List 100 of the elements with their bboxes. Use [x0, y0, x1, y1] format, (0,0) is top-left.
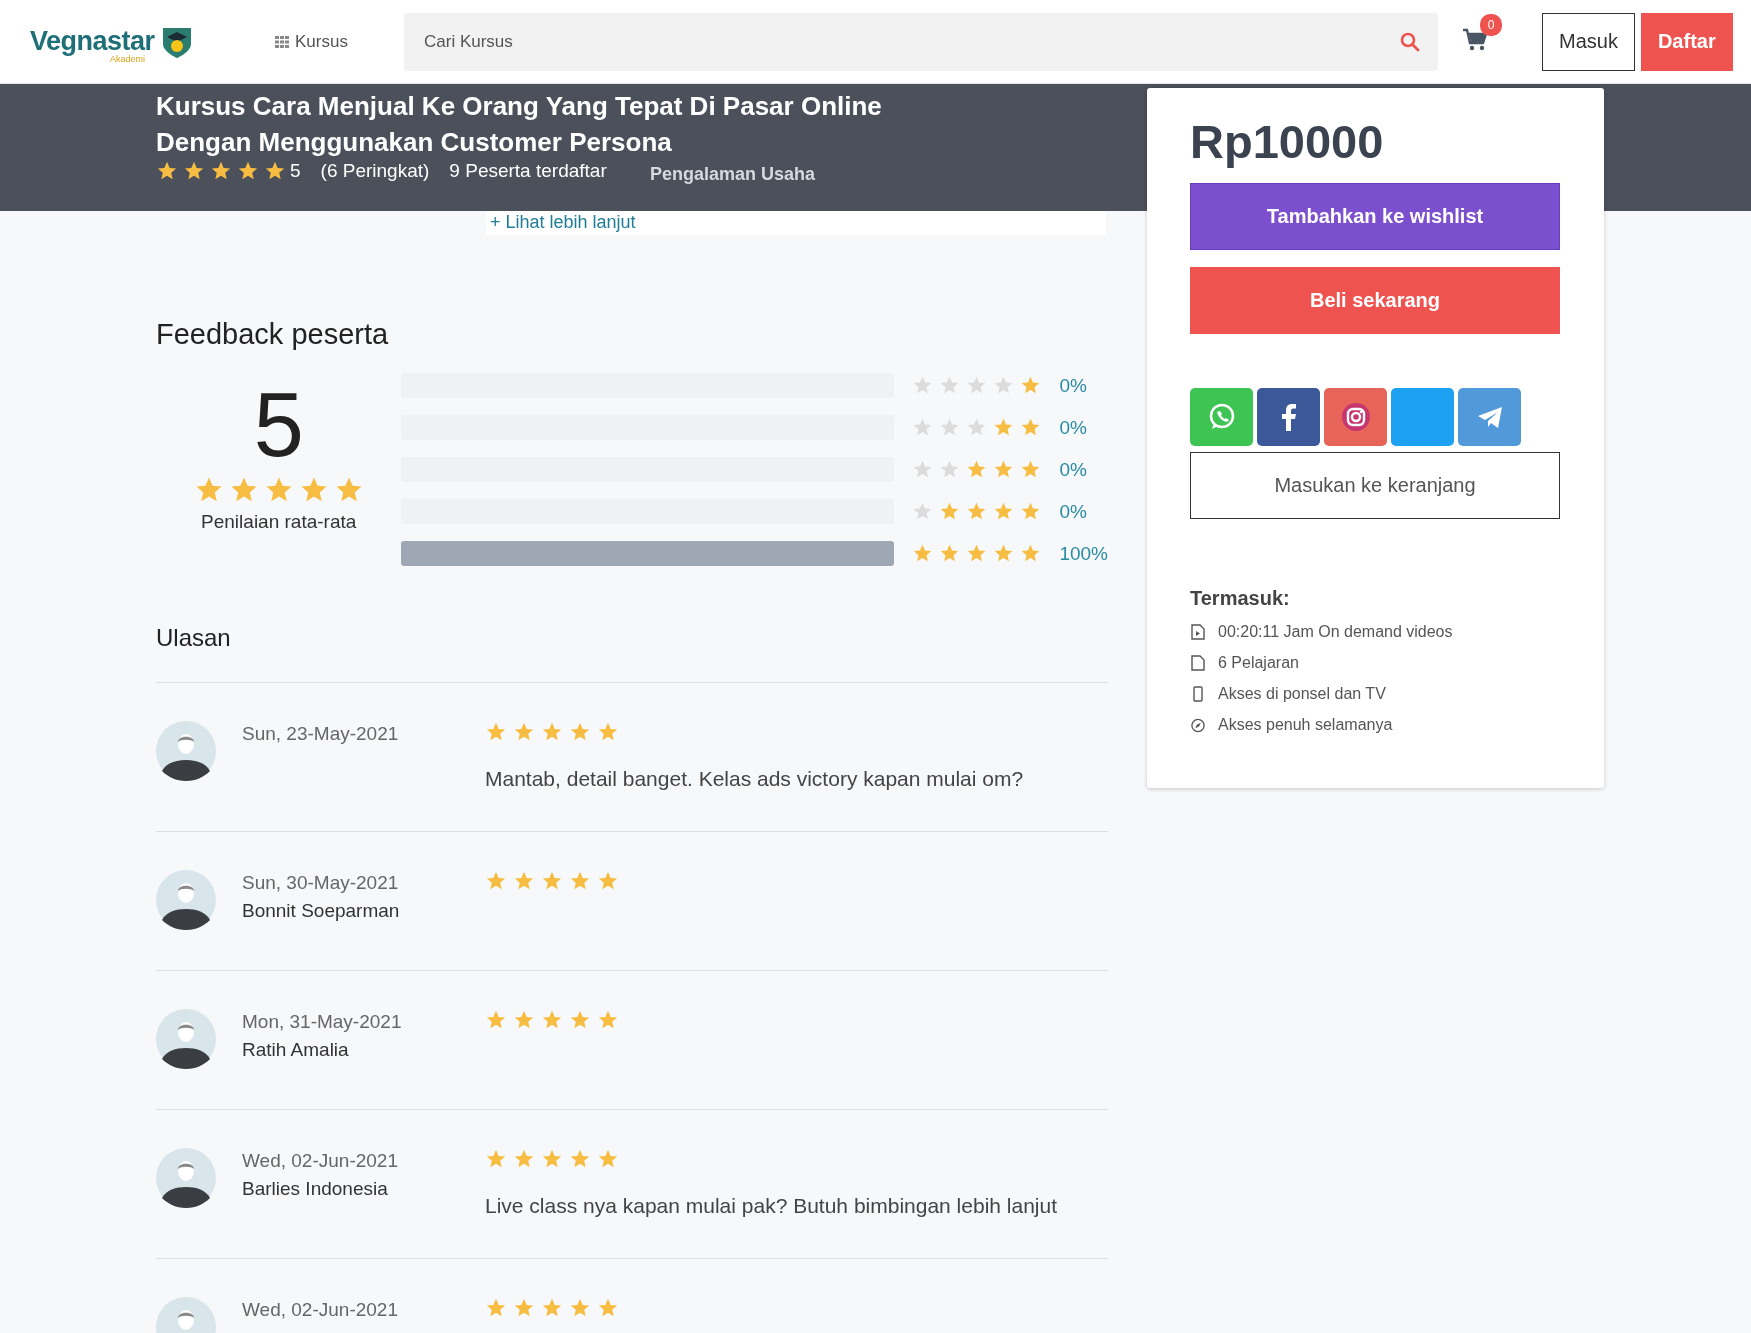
star-icon	[993, 459, 1015, 480]
camera-icon	[1339, 401, 1372, 433]
star-icon	[569, 1009, 591, 1031]
wishlist-button[interactable]: Tambahkan ke wishlist	[1190, 183, 1560, 250]
star-icon	[485, 1148, 507, 1170]
rating-percent: 100%	[1059, 542, 1108, 565]
compass-icon	[1190, 717, 1206, 733]
star-icon	[597, 721, 619, 743]
courses-link[interactable]: Kursus	[275, 31, 404, 52]
star-icon	[513, 721, 535, 743]
star-icon	[912, 501, 934, 522]
star-icon	[597, 1009, 619, 1031]
star-icon	[1020, 501, 1042, 522]
includes-item: Akses penuh selamanya	[1218, 716, 1393, 734]
star-icon	[939, 375, 961, 396]
section-heading: Pengalaman Usaha	[650, 164, 816, 185]
star-icon	[541, 1297, 563, 1319]
enrolled-count: 9 Peserta terdaftar	[449, 160, 607, 182]
login-button[interactable]: Masuk	[1542, 12, 1635, 71]
average-rating: 5	[253, 375, 304, 475]
star-icon	[569, 870, 591, 892]
star-icon	[912, 459, 934, 480]
star-icon	[485, 1297, 507, 1319]
mobile-icon	[1190, 686, 1206, 702]
star-icon	[912, 417, 934, 438]
reviewer-name: Ratih Amalia	[242, 1039, 350, 1061]
video-file-icon	[1190, 624, 1206, 640]
avatar-icon	[156, 1148, 216, 1208]
star-icon	[541, 721, 563, 743]
star-icon	[156, 160, 178, 182]
review-date: Wed, 02-Jun-2021	[242, 1299, 399, 1321]
rating-percent: 0%	[1059, 416, 1087, 439]
star-icon	[993, 501, 1015, 522]
review-date: Sun, 30-May-2021	[242, 872, 400, 894]
star-icon	[1020, 459, 1042, 480]
star-icon	[569, 721, 591, 743]
review-date: Wed, 02-Jun-2021	[242, 1150, 399, 1172]
star-icon	[1020, 417, 1042, 438]
star-icon	[569, 1297, 591, 1319]
star-icon	[993, 375, 1015, 396]
star-icon	[541, 870, 563, 892]
star-icon	[210, 160, 232, 182]
includes-item: Akses di ponsel dan TV	[1218, 685, 1386, 703]
star-icon	[939, 501, 961, 522]
buy-button[interactable]: Beli sekarang	[1190, 267, 1560, 334]
reviewer-name: Barlies Indonesia	[242, 1178, 389, 1200]
section-title: Ulasan	[156, 624, 232, 652]
star-icon	[513, 1297, 535, 1319]
grid-icon	[275, 35, 289, 48]
star-icon	[1020, 375, 1042, 396]
star-icon	[966, 375, 988, 396]
search-field[interactable]: Cari Kursus	[404, 12, 1438, 71]
search-icon[interactable]	[1400, 31, 1420, 52]
includes-title: Termasuk:	[1190, 587, 1291, 610]
cart-count-badge: 0	[1480, 13, 1502, 36]
star-icon	[485, 870, 507, 892]
star-icon	[237, 160, 259, 182]
telegram-share-button[interactable]	[1458, 388, 1521, 446]
star-icon	[939, 417, 961, 438]
star-icon	[993, 543, 1015, 564]
section-title: Feedback peserta	[156, 318, 390, 351]
reviewer-name: Bonnit Soeparman	[242, 900, 401, 922]
ratings-count: (6 Peringkat)	[320, 160, 430, 182]
star-icon	[1020, 543, 1042, 564]
cart-icon[interactable]	[1462, 27, 1488, 52]
course-title: Kursus Cara Menjual Ke Orang Yang Tepat Di Pasar Online Dengan Menggunakan Customer Persona	[156, 90, 883, 159]
rating-percent: 0%	[1059, 458, 1087, 481]
star-icon	[513, 1148, 535, 1170]
star-icon	[912, 543, 934, 564]
star-icon	[513, 870, 535, 892]
star-icon	[183, 160, 205, 182]
star-icon	[939, 459, 961, 480]
star-icon	[597, 1297, 619, 1319]
facebook-share-button[interactable]	[1257, 388, 1320, 446]
star-icon	[485, 721, 507, 743]
avatar-icon	[156, 870, 216, 930]
star-icon	[993, 417, 1015, 438]
register-button[interactable]: Daftar	[1640, 12, 1733, 71]
star-icon	[939, 543, 961, 564]
file-icon	[1190, 655, 1206, 671]
star-icon	[597, 870, 619, 892]
star-icon	[966, 459, 988, 480]
avatar-icon	[156, 1009, 216, 1069]
includes-item: 00:20:11 Jam On demand videos	[1218, 623, 1453, 641]
star-icon	[264, 160, 286, 182]
instagram-share-button[interactable]	[1324, 388, 1387, 446]
add-to-cart-button[interactable]: Masukan ke keranjang	[1190, 452, 1560, 519]
review-date: Sun, 23-May-2021	[242, 723, 400, 745]
rating-value: 5	[290, 160, 301, 182]
review-date: Mon, 31-May-2021	[242, 1011, 403, 1033]
star-icon	[966, 417, 988, 438]
includes-item: 6 Pelajaran	[1218, 654, 1299, 672]
star-icon	[597, 1148, 619, 1170]
star-icon	[912, 375, 934, 396]
rating-percent: 0%	[1059, 374, 1087, 397]
star-icon	[966, 501, 988, 522]
course-price: Rp10000	[1190, 114, 1385, 169]
rating-percent: 0%	[1059, 500, 1087, 523]
avatar-icon	[156, 721, 216, 781]
star-icon	[485, 1009, 507, 1031]
